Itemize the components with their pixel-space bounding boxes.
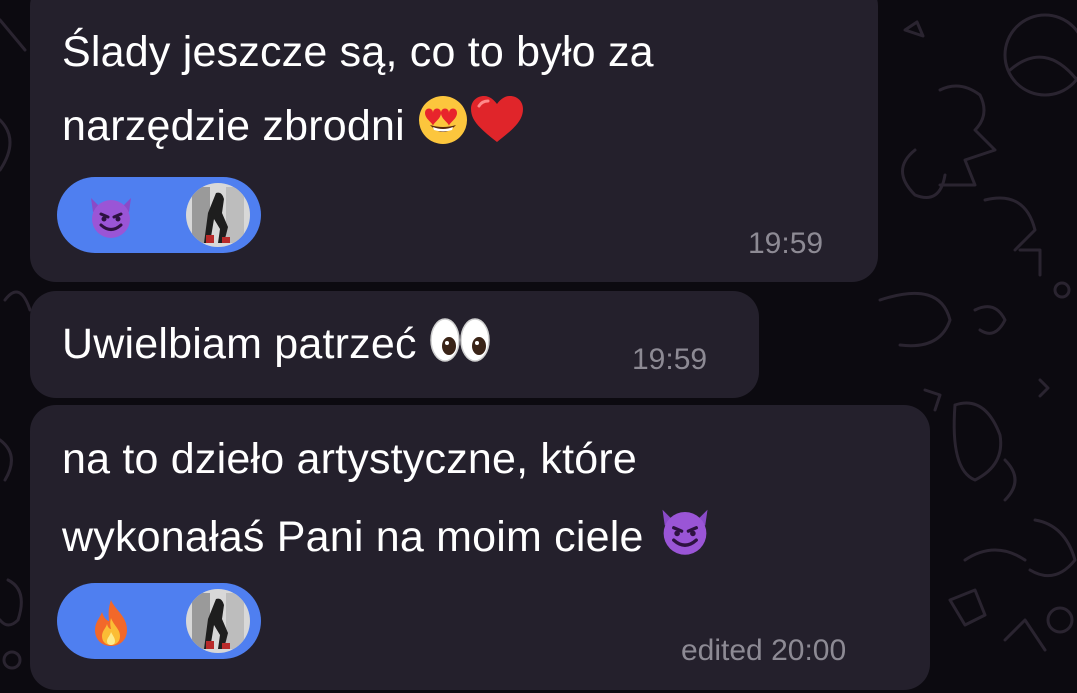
message-text-line: wykonałaś Pani na moim ciele [62,503,714,574]
avatar [186,589,250,653]
message-timestamp: edited 20:00 [681,634,847,667]
smiling-face-with-horns-icon [656,503,714,574]
fire-icon [87,598,135,646]
message-bubble[interactable]: Ślady jeszcze są, co to było za narzędzi… [30,0,878,282]
message-text-line: Ślady jeszcze są, co to było za [62,28,654,76]
message-text-line: narzędzie zbrodni [62,94,525,163]
smiling-face-with-horns-icon [87,192,135,240]
red-heart-icon [469,94,525,163]
avatar [186,183,250,247]
message-timestamp: 19:59 [632,343,708,376]
reaction-pill[interactable] [57,177,261,253]
eyes-icon [429,316,491,381]
message-text-line: na to dzieło artystyczne, które [62,435,638,483]
smiling-face-with-heart-eyes-icon [417,94,469,163]
message-bubble[interactable]: na to dzieło artystyczne, które wykonała… [30,405,930,690]
message-bubble[interactable]: Uwielbiam patrzeć 19:59 [30,291,759,398]
message-timestamp: 19:59 [748,227,824,260]
message-text-line: Uwielbiam patrzeć [62,313,491,381]
reaction-pill[interactable] [57,583,261,659]
